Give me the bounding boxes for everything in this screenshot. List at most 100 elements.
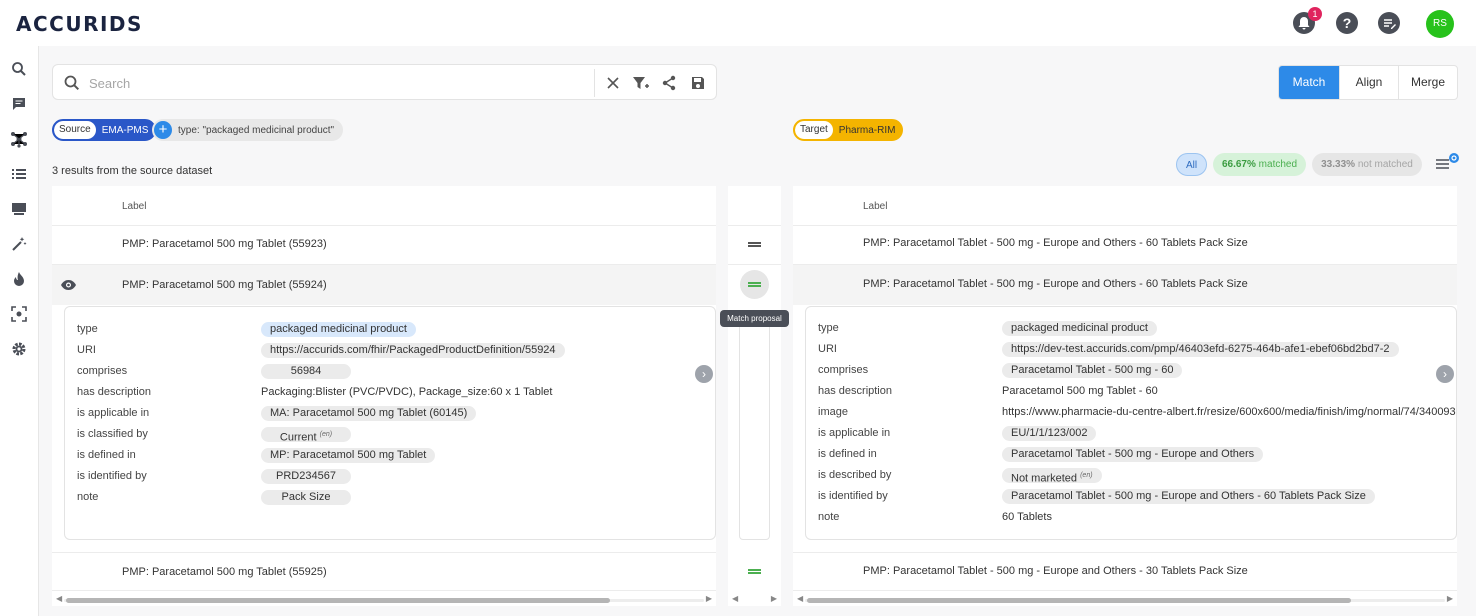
value-text: Not marketed [1011,472,1078,485]
matched-percent: 66.67% [1221,159,1256,170]
property-value[interactable]: Paracetamol Tablet - 500 mg - 60 [1002,363,1183,378]
chat-icon[interactable] [10,95,28,113]
focus-icon[interactable] [10,305,28,323]
source-table: Label PMP: Paracetamol 500 mg Tablet (55… [52,186,716,606]
property-value[interactable]: https://dev-test.accurids.com/pmp/46403e… [1002,342,1399,357]
table-row[interactable]: PMP: Paracetamol 500 mg Tablet (55923) [122,238,327,250]
match-proposal-button[interactable] [740,270,769,299]
table-row[interactable]: PMP: Paracetamol 500 mg Tablet (55924) [122,279,327,291]
table-row[interactable]: PMP: Paracetamol Tablet - 500 mg - Europ… [863,278,1248,290]
match-button[interactable]: Match [1279,66,1340,99]
not-matched-percent: 33.33% [1321,159,1356,170]
top-bar: ACCURIDS 1 ? RS [0,0,1476,46]
property-label: is defined in [818,448,877,460]
equal-icon [748,282,761,287]
property-value[interactable]: EU/1/1/123/002 [1002,426,1097,441]
table-row[interactable]: PMP: Paracetamol Tablet - 500 mg - Europ… [863,237,1248,249]
scroll-right-icon[interactable]: ▶ [771,594,777,603]
user-avatar[interactable]: RS [1426,10,1454,38]
equal-icon[interactable] [748,569,761,574]
book-icon[interactable] [10,200,28,218]
eye-icon[interactable] [60,279,77,294]
property-label: has description [77,386,151,398]
table-row[interactable]: PMP: Paracetamol Tablet - 500 mg - Europ… [863,565,1248,577]
notes-icon[interactable] [1378,12,1400,34]
sidebar [0,46,39,616]
filter-not-matched[interactable]: 33.33% not matched [1312,153,1422,176]
chevron-right-icon[interactable]: › [695,365,713,383]
align-button[interactable]: Align [1340,66,1399,99]
share-icon[interactable] [659,73,679,93]
match-header [728,186,781,226]
column-label: Label [863,201,888,212]
scroll-left-icon[interactable]: ◀ [56,594,62,603]
column-label: Label [122,201,147,212]
source-label: Source [54,121,96,139]
scroll-right-icon[interactable]: ▶ [706,594,712,603]
horizontal-scrollbar[interactable]: ◀ ▶ [52,594,716,606]
source-chip[interactable]: Source EMA-PMS [52,119,157,141]
search-input[interactable] [89,71,589,95]
property-value[interactable]: PRD234567 [261,469,351,484]
property-value[interactable]: Pack Size [261,490,351,505]
property-label: comprises [818,364,869,376]
property-value[interactable]: Not marketed (en) [1002,468,1102,485]
list-icon[interactable] [10,165,28,183]
graph-icon[interactable] [10,130,28,148]
property-value[interactable]: MP: Paracetamol 500 mg Tablet [261,448,436,463]
horizontal-scrollbar[interactable]: ◀ ▶ [793,594,1457,606]
not-matched-text: not matched [1357,159,1413,170]
save-icon[interactable] [688,73,708,93]
magic-wand-icon[interactable] [10,235,28,253]
property-label: note [818,511,840,523]
scroll-thumb[interactable] [807,598,1351,603]
target-table: Label PMP: Paracetamol Tablet - 500 mg -… [793,186,1457,606]
property-value[interactable]: https://www.pharmacie-du-centre-albert.f… [1002,406,1456,418]
property-value[interactable]: Paracetamol Tablet - 500 mg - Europe and… [1002,447,1264,462]
gear-icon[interactable] [10,340,28,358]
language-tag: (en) [1080,472,1093,479]
property-value[interactable]: Paracetamol Tablet - 500 mg - Europe and… [1002,489,1375,504]
property-value[interactable]: packaged medicinal product [1002,321,1157,336]
value-text: Current [279,431,317,444]
equal-icon[interactable] [748,242,761,247]
filter-all[interactable]: All [1176,153,1207,176]
property-value[interactable]: packaged medicinal product [261,322,416,337]
property-value[interactable]: https://accurids.com/fhir/PackagedProduc… [261,343,565,358]
merge-button[interactable]: Merge [1399,66,1457,99]
property-label: is identified by [818,490,888,502]
scroll-right-icon[interactable]: ▶ [1447,594,1453,603]
search-icon[interactable] [10,60,28,78]
fire-icon[interactable] [10,270,28,288]
chevron-right-icon[interactable]: › [1436,365,1454,383]
property-value: 60 Tablets [1002,511,1052,523]
property-value[interactable]: MA: Paracetamol 500 mg Tablet (60145) [261,406,477,421]
target-chip[interactable]: Target Pharma-RIM [793,119,904,141]
add-icon[interactable]: + [154,121,172,139]
property-label: is defined in [77,449,136,461]
property-value[interactable]: Current (en) [261,427,351,444]
property-label: note [77,491,99,503]
match-card [739,314,770,540]
match-column: ◀ ▶ [728,186,781,606]
language-tag: (en) [319,431,333,438]
scroll-left-icon[interactable]: ◀ [732,594,738,603]
add-filter-icon[interactable] [631,73,651,93]
type-filter-chip[interactable]: + type: "packaged medicinal product" [152,119,344,141]
horizontal-scrollbar[interactable]: ◀ ▶ [728,594,781,606]
filter-matched[interactable]: 66.67% matched [1213,153,1306,176]
scroll-left-icon[interactable]: ◀ [797,594,803,603]
list-settings-icon[interactable] [1435,152,1461,174]
results-count: 3 results from the source dataset [52,165,213,177]
property-label: is applicable in [818,427,891,439]
app-logo[interactable]: ACCURIDS [16,12,143,36]
property-value: Paracetamol 500 mg Tablet - 60 [1002,385,1158,397]
help-icon[interactable]: ? [1336,12,1358,34]
scroll-thumb[interactable] [66,598,610,603]
divider [594,69,595,97]
table-row[interactable]: PMP: Paracetamol 500 mg Tablet (55925) [122,566,327,578]
property-label: is described by [818,469,892,481]
clear-icon[interactable] [603,73,623,93]
property-label: URI [77,344,96,356]
property-value[interactable]: 56984 [261,364,351,379]
